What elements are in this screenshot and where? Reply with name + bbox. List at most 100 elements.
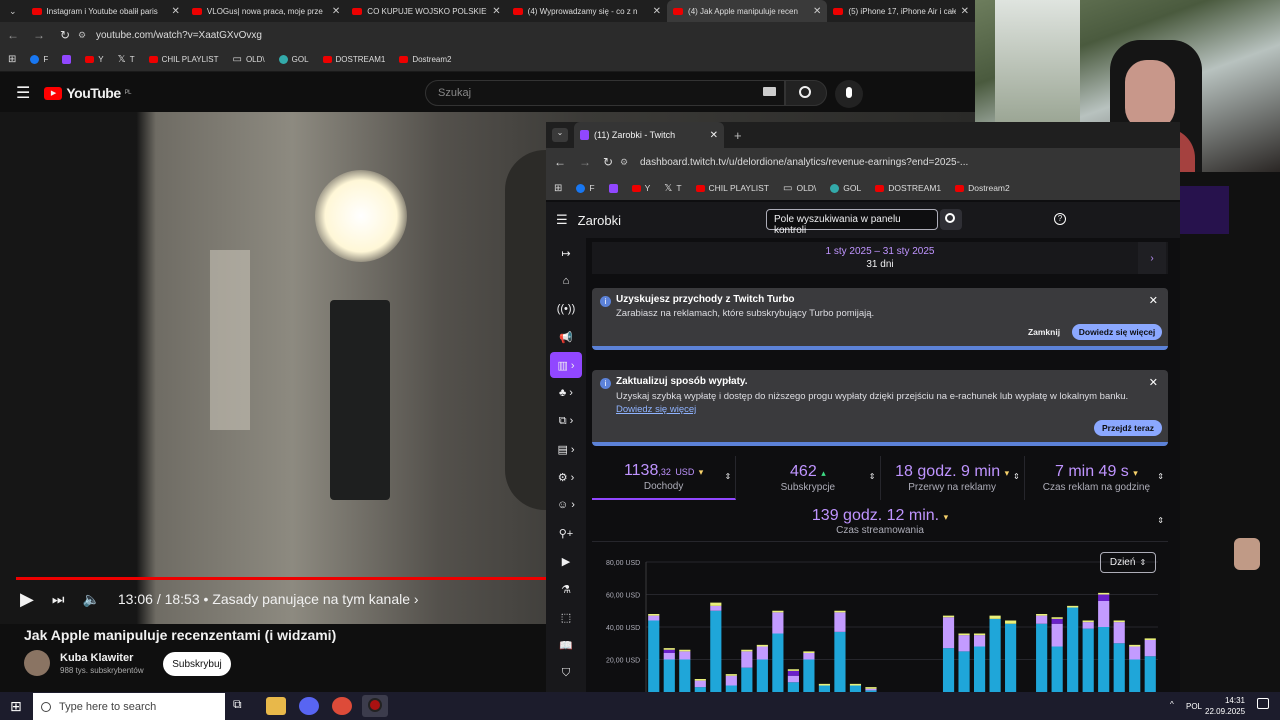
- bookmark-twitch[interactable]: [62, 55, 72, 64]
- bar-segment-day-20[interactable]: [942, 648, 955, 692]
- next-icon[interactable]: ⏭: [52, 591, 65, 608]
- home-icon[interactable]: ⌂: [546, 268, 586, 294]
- bookmark-gol[interactable]: GOL: [830, 183, 861, 193]
- subscribe-button[interactable]: Subskrybuj: [163, 652, 231, 676]
- file-explorer-icon[interactable]: [266, 697, 286, 715]
- bar-segment-day-4[interactable]: [694, 680, 706, 688]
- tab-2[interactable]: VLOGus| nowa praca, moje prze ✕: [186, 0, 346, 22]
- bar-segment-day-1[interactable]: [648, 614, 660, 616]
- stat-ad-breaks[interactable]: 18 godz. 9 min ▾ Przerwy na reklamy ⇕: [881, 456, 1025, 500]
- bookmark-chill-playlist[interactable]: CHIL PLAYLIST: [695, 183, 769, 193]
- bar-segment-day-21[interactable]: [958, 651, 970, 692]
- bar-segment-day-2[interactable]: [663, 649, 675, 653]
- bar-segment-day-1[interactable]: [648, 615, 660, 621]
- bar-segment-day-20[interactable]: [942, 617, 955, 649]
- close-icon[interactable]: ✕: [1149, 376, 1158, 389]
- tab-4[interactable]: (4) Wyprowadzamy się - co z n ✕: [507, 0, 667, 22]
- bar-segment-day-32[interactable]: [1129, 646, 1141, 660]
- language-indicator[interactable]: POL: [1186, 702, 1202, 711]
- bar-segment-day-13[interactable]: [834, 631, 846, 692]
- content-icon[interactable]: ⧉ ›: [546, 408, 586, 434]
- bar-segment-day-7[interactable]: [741, 651, 753, 668]
- bar-segment-day-30[interactable]: [1098, 592, 1110, 595]
- bar-segment-day-22[interactable]: [973, 635, 986, 647]
- bookmark-chill-playlist[interactable]: CHIL PLAYLIST: [148, 55, 219, 64]
- bookmark-old[interactable]: ▭ OLD\: [783, 183, 816, 194]
- bookmark-dostream2[interactable]: Dostream2: [955, 183, 1010, 193]
- close-icon[interactable]: ✕: [172, 6, 180, 17]
- bar-segment-day-3[interactable]: [679, 649, 691, 652]
- tab-5[interactable]: (4) Jak Apple manipuluje recen ✕: [667, 0, 828, 22]
- bar-segment-day-3[interactable]: [679, 659, 691, 693]
- tab-6[interactable]: (5) iPhone 17, iPhone Air i całe ✕: [827, 0, 975, 22]
- bar-segment-day-20[interactable]: [942, 615, 955, 618]
- menu-icon[interactable]: ☰: [556, 212, 568, 228]
- monetization-icon[interactable]: ▤ ›: [546, 436, 586, 462]
- help-icon[interactable]: ?: [1054, 213, 1066, 225]
- extensions-icon[interactable]: ⬚: [546, 604, 586, 630]
- bar-segment-day-29[interactable]: [1082, 620, 1094, 623]
- bar-segment-day-33[interactable]: [1144, 638, 1156, 640]
- tab-search-button[interactable]: ⌄: [552, 128, 568, 142]
- close-icon[interactable]: ✕: [1149, 294, 1158, 307]
- new-tab-icon[interactable]: +: [734, 128, 742, 143]
- url-field[interactable]: youtube.com/watch?v=XaatGXvOvxg: [96, 30, 262, 41]
- dashboard-search-input[interactable]: Pole wyszukiwania w panelu kontroli: [766, 209, 938, 236]
- book-icon[interactable]: 📖: [546, 632, 586, 658]
- stat-stream-time[interactable]: 139 godz. 12 min. ▾ Czas streamowania ⇕: [592, 502, 1168, 542]
- learn-more-link[interactable]: Dowiedz się więcej: [616, 404, 696, 415]
- bar-segment-day-26[interactable]: [1036, 614, 1048, 616]
- forward-icon[interactable]: →: [26, 28, 52, 42]
- bar-segment-day-3[interactable]: [679, 651, 691, 660]
- keyboard-icon[interactable]: [763, 87, 776, 96]
- close-icon[interactable]: ✕: [710, 130, 718, 141]
- bar-segment-day-13[interactable]: [834, 610, 846, 613]
- play-icon[interactable]: ▶: [20, 589, 34, 610]
- discord-icon[interactable]: [299, 697, 319, 715]
- bar-segment-day-30[interactable]: [1098, 627, 1110, 692]
- bar-segment-day-9[interactable]: [772, 610, 784, 613]
- bar-segment-day-10[interactable]: [787, 670, 799, 676]
- bookmark-dostream1[interactable]: DOSTREAM1: [875, 183, 941, 193]
- bar-segment-day-8[interactable]: [756, 646, 768, 660]
- bar-segment-day-6[interactable]: [725, 674, 737, 676]
- stream-icon[interactable]: ((•)): [546, 296, 586, 322]
- bar-segment-day-4[interactable]: [694, 679, 706, 681]
- bar-segment-day-27[interactable]: [1051, 618, 1063, 624]
- video-icon[interactable]: ▶: [546, 548, 586, 574]
- bar-segment-day-31[interactable]: [1113, 622, 1125, 644]
- analytics-icon[interactable]: ▥ ›: [550, 352, 582, 378]
- bookmark-gol[interactable]: GOL: [278, 55, 309, 64]
- bar-segment-day-11[interactable]: [803, 651, 815, 653]
- search-button[interactable]: [785, 80, 827, 106]
- bar-segment-day-5[interactable]: [710, 602, 722, 606]
- bar-segment-day-10[interactable]: [787, 669, 799, 671]
- stat-revenue[interactable]: 1138,32 USD ▾ Dochody ⇕: [592, 456, 737, 500]
- bar-segment-day-10[interactable]: [787, 675, 799, 683]
- bar-segment-day-27[interactable]: [1051, 617, 1063, 619]
- stat-ad-time-per-hour[interactable]: 7 min 49 s ▾ Czas reklam na godzinę ⇕: [1025, 456, 1168, 500]
- apps-icon[interactable]: ⊞: [554, 183, 562, 194]
- bar-segment-day-32[interactable]: [1129, 644, 1141, 647]
- voice-search-button[interactable]: [835, 80, 863, 108]
- taskbar-search[interactable]: Type here to search: [33, 693, 225, 720]
- sort-icon[interactable]: ⇕: [1157, 472, 1164, 481]
- stat-subscriptions[interactable]: 462 ▴ Subskrypcje ⇕: [736, 456, 881, 500]
- bar-segment-day-7[interactable]: [741, 649, 753, 652]
- chrome-icon[interactable]: [332, 697, 352, 715]
- youtube-search-input[interactable]: Szukaj: [425, 80, 785, 106]
- site-info-icon[interactable]: ⚙: [620, 157, 640, 168]
- volume-icon[interactable]: 🔈: [82, 591, 99, 608]
- tab-twitch-earnings[interactable]: (11) Zarobki - Twitch ✕: [574, 122, 724, 148]
- go-now-button[interactable]: Przejdź teraz: [1094, 420, 1162, 436]
- bar-segment-day-23[interactable]: [989, 618, 1001, 692]
- community-icon[interactable]: ♣ ›: [546, 380, 586, 406]
- bar-segment-day-8[interactable]: [756, 659, 768, 693]
- bar-segment-day-31[interactable]: [1113, 643, 1125, 692]
- windows-icon[interactable]: ⊞: [10, 698, 22, 715]
- tab-3[interactable]: CO KUPUJE WOJSKO POLSKIE? ✕: [346, 0, 506, 22]
- bookmark-dostream2[interactable]: Dostream2: [399, 55, 451, 64]
- granularity-select[interactable]: Dzień ⇕: [1100, 552, 1156, 573]
- bar-segment-day-5[interactable]: [710, 605, 722, 611]
- sort-icon[interactable]: ⇕: [1013, 472, 1020, 481]
